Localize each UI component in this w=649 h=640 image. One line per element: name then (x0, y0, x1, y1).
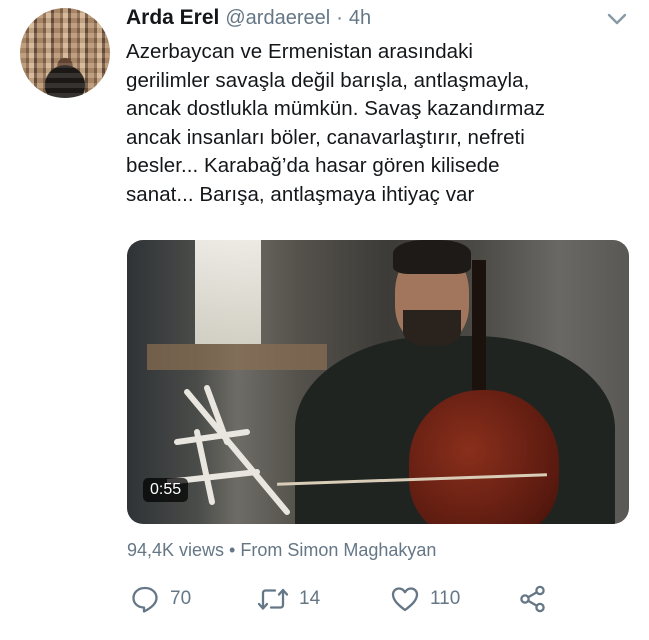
reply-button[interactable]: 70 (130, 584, 191, 614)
tweet-text: Azerbaycan ve Ermenistan arasındaki geri… (126, 38, 641, 209)
video-window-light (195, 240, 261, 344)
header-separator: · (336, 7, 343, 29)
reply-icon (132, 586, 158, 613)
retweet-button[interactable]: 14 (257, 584, 320, 614)
avatar[interactable] (20, 8, 110, 98)
tweet-text-line: sanat... Barışa, antlaşmaya ihtiyaç var (126, 182, 475, 206)
tweet-text-line: ancak insanları böler, canavarlaştırır, … (126, 125, 525, 149)
retweet-icon (257, 588, 289, 610)
cello-body (409, 390, 559, 524)
tweet-actions: 70 14 110 (127, 584, 627, 614)
video-player[interactable]: 0:55 (127, 240, 629, 524)
tweet-card[interactable]: Arda Erel @ardaereel · 4h Azerbaycan ve … (0, 0, 649, 640)
share-icon (520, 585, 545, 613)
tweet-header: Arda Erel @ardaereel · 4h (126, 6, 371, 34)
tweet-text-line: gerilimler savaşla değil barışla, antlaş… (126, 68, 530, 92)
share-button[interactable] (518, 584, 548, 614)
heart-icon (391, 587, 419, 612)
video-cellist-hair (393, 240, 471, 274)
tweet-text-line: ancak dostlukla mümkün. Savaş kazandırma… (126, 97, 546, 120)
tweet-text-line: besler... Karabağ’da hasar gören kilised… (126, 154, 500, 177)
video-duration-badge: 0:55 (143, 478, 189, 502)
chevron-down-icon[interactable] (606, 12, 628, 26)
retweet-count: 14 (299, 588, 321, 609)
tweet-text-line: Azerbaycan ve Ermenistan arasındaki (126, 40, 474, 63)
video-cellist-beard (403, 310, 461, 346)
view-count-source: 94,4K views • From Simon Maghakyan (127, 540, 437, 560)
like-button[interactable]: 110 (390, 584, 460, 614)
like-count: 110 (430, 588, 461, 609)
author-name[interactable]: Arda Erel (126, 6, 219, 30)
reply-count: 70 (170, 588, 192, 609)
video-wooden-beam (147, 344, 327, 370)
author-handle[interactable]: @ardaereel (225, 7, 330, 30)
tweet-timestamp[interactable]: 4h (349, 7, 371, 30)
